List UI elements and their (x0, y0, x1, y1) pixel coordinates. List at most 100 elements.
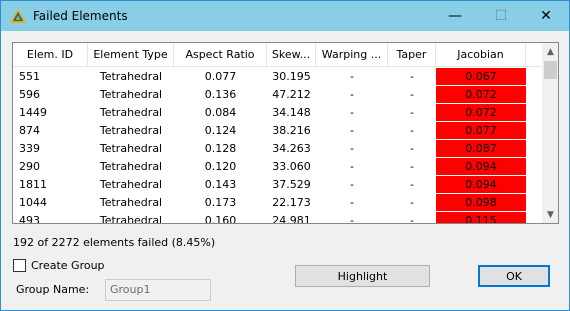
cell-skew: 34.148 (272, 106, 311, 119)
cell-taper: - (410, 106, 414, 119)
cell-jacobian: 0.115 (436, 212, 526, 223)
cell-warping: - (350, 70, 354, 83)
scroll-thumb[interactable] (544, 61, 557, 79)
close-button[interactable]: ✕ (523, 1, 569, 31)
cell-skew: 34.263 (272, 142, 311, 155)
close-icon: ✕ (540, 8, 552, 24)
title-bar[interactable]: Failed Elements — ☐ ✕ (1, 1, 569, 31)
failure-summary: 192 of 2272 elements failed (8.45%) (13, 236, 216, 249)
cell-warping: - (350, 214, 354, 224)
cell-elem-id: 596 (19, 88, 40, 101)
cell-elem-id: 551 (19, 70, 40, 83)
cell-element-type: Tetrahedral (99, 88, 163, 101)
cell-taper: - (410, 196, 414, 209)
cell-jacobian: 0.072 (436, 86, 526, 104)
table-row[interactable]: 1044 Tetrahedral 0.173 22.173 - - 0.098 (13, 194, 543, 212)
cell-taper: - (410, 124, 414, 137)
cell-jacobian: 0.087 (436, 140, 526, 158)
cell-skew: 37.529 (272, 178, 311, 191)
scroll-up-icon[interactable]: ▲ (542, 43, 558, 60)
create-group-checkbox[interactable]: Create Group (13, 259, 105, 272)
cell-skew: 22.173 (272, 196, 311, 209)
table-header: Elem. ID Element Type Aspect Ratio Skew.… (13, 43, 543, 67)
cell-elem-id: 339 (19, 142, 40, 155)
cell-skew: 38.216 (272, 124, 311, 137)
cell-skew: 30.195 (272, 70, 311, 83)
scroll-down-icon[interactable]: ▼ (542, 206, 558, 223)
minimize-button[interactable]: — (432, 1, 478, 31)
cell-skew: 24.981 (272, 214, 311, 224)
column-header-elem-id[interactable]: Elem. ID (13, 43, 88, 67)
column-header-element-type[interactable]: Element Type (88, 43, 174, 67)
cell-warping: - (350, 196, 354, 209)
cell-element-type: Tetrahedral (99, 124, 163, 137)
cell-jacobian: 0.094 (436, 176, 526, 194)
table-row[interactable]: 339 Tetrahedral 0.128 34.263 - - 0.087 (13, 140, 543, 158)
cell-taper: - (410, 88, 414, 101)
window-title: Failed Elements (33, 9, 128, 23)
cell-jacobian: 0.067 (436, 68, 526, 86)
column-header-filler (526, 43, 543, 67)
create-group-label: Create Group (31, 259, 105, 272)
cell-elem-id: 290 (19, 160, 40, 173)
highlight-button[interactable]: Highlight (295, 265, 430, 287)
cell-elem-id: 1449 (19, 106, 47, 119)
cell-elem-id: 874 (19, 124, 40, 137)
cell-elem-id: 1811 (19, 178, 47, 191)
app-icon (10, 9, 26, 23)
checkbox-box[interactable] (13, 259, 26, 272)
cell-warping: - (350, 88, 354, 101)
maximize-button[interactable]: ☐ (478, 1, 524, 31)
maximize-icon: ☐ (494, 8, 508, 24)
cell-taper: - (410, 160, 414, 173)
column-header-taper[interactable]: Taper (388, 43, 436, 67)
cell-warping: - (350, 178, 354, 191)
cell-taper: - (410, 142, 414, 155)
cell-taper: - (410, 70, 414, 83)
cell-taper: - (410, 178, 414, 191)
cell-warping: - (350, 106, 354, 119)
table-row[interactable]: 290 Tetrahedral 0.120 33.060 - - 0.094 (13, 158, 543, 176)
cell-element-type: Tetrahedral (99, 196, 163, 209)
cell-element-type: Tetrahedral (99, 106, 163, 119)
ok-button[interactable]: OK (478, 265, 550, 287)
cell-element-type: Tetrahedral (99, 160, 163, 173)
group-name-label: Group Name: (16, 283, 90, 296)
cell-warping: - (350, 142, 354, 155)
cell-jacobian: 0.094 (436, 158, 526, 176)
cell-element-type: Tetrahedral (99, 70, 163, 83)
cell-aspect-ratio: 0.136 (204, 88, 237, 101)
cell-element-type: Tetrahedral (99, 142, 163, 155)
table-row[interactable]: 596 Tetrahedral 0.136 47.212 - - 0.072 (13, 86, 543, 104)
cell-jacobian: 0.077 (436, 122, 526, 140)
cell-aspect-ratio: 0.077 (204, 70, 237, 83)
table-row[interactable]: 1449 Tetrahedral 0.084 34.148 - - 0.072 (13, 104, 543, 122)
column-header-jacobian[interactable]: Jacobian (436, 43, 526, 67)
cell-aspect-ratio: 0.124 (204, 124, 237, 137)
cell-warping: - (350, 124, 354, 137)
cell-aspect-ratio: 0.160 (204, 214, 237, 224)
table-row[interactable]: 874 Tetrahedral 0.124 38.216 - - 0.077 (13, 122, 543, 140)
table-row[interactable]: 493 Tetrahedral 0.160 24.981 - - 0.115 (13, 212, 543, 224)
cell-elem-id: 1044 (19, 196, 47, 209)
failed-elements-table[interactable]: Elem. ID Element Type Aspect Ratio Skew.… (12, 42, 559, 224)
group-name-input[interactable]: Group1 (105, 279, 211, 301)
cell-jacobian: 0.098 (436, 194, 526, 212)
vertical-scrollbar[interactable]: ▲ ▼ (542, 43, 558, 223)
cell-warping: - (350, 160, 354, 173)
table-row[interactable]: 1811 Tetrahedral 0.143 37.529 - - 0.094 (13, 176, 543, 194)
cell-aspect-ratio: 0.084 (204, 106, 237, 119)
column-header-skew[interactable]: Skew... (267, 43, 316, 67)
cell-skew: 33.060 (272, 160, 311, 173)
cell-element-type: Tetrahedral (99, 178, 163, 191)
minimize-icon: — (448, 8, 462, 24)
column-header-aspect-ratio[interactable]: Aspect Ratio (174, 43, 267, 67)
table-row[interactable]: 551 Tetrahedral 0.077 30.195 - - 0.067 (13, 68, 543, 86)
column-header-warping[interactable]: Warping ... (316, 43, 388, 67)
cell-skew: 47.212 (272, 88, 311, 101)
cell-aspect-ratio: 0.173 (204, 196, 237, 209)
cell-elem-id: 493 (19, 214, 40, 224)
cell-aspect-ratio: 0.120 (204, 160, 237, 173)
cell-jacobian: 0.072 (436, 104, 526, 122)
cell-element-type: Tetrahedral (99, 214, 163, 224)
